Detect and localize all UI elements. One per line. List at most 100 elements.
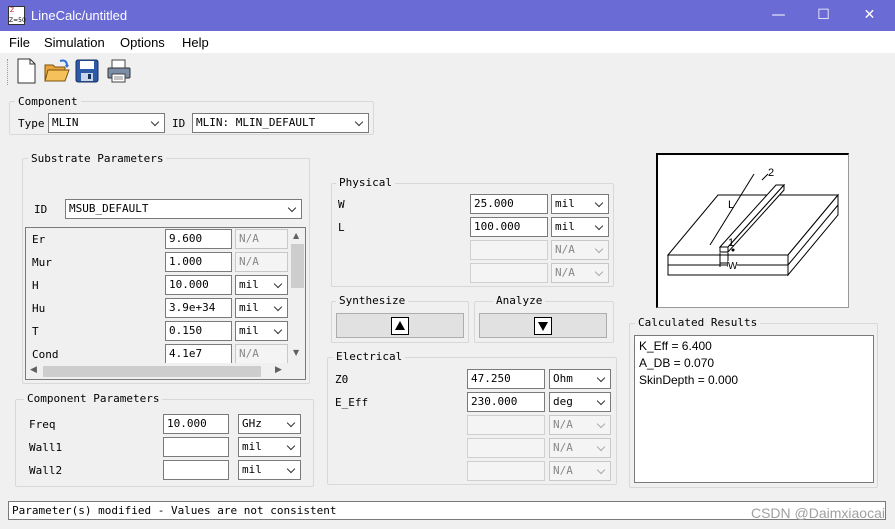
param-name: Wall1 (29, 441, 63, 454)
synthesize-button[interactable] (336, 313, 464, 338)
param-value-field[interactable]: 4.1e7 (165, 344, 232, 364)
param-unit-value: N/A (553, 464, 573, 477)
microstrip-diagram: 2 L 1 W (656, 153, 849, 308)
param-value-field (467, 415, 545, 435)
microstrip-line-icon (666, 173, 840, 277)
param-unit-value: mil (239, 324, 259, 337)
component-id-label: ID (172, 117, 186, 130)
param-unit-value: mil (242, 463, 262, 476)
param-value-field[interactable]: 0.150 (165, 321, 232, 341)
width-label: W (728, 261, 738, 272)
param-value-field[interactable]: 230.000 (467, 392, 545, 412)
param-name: Mur (32, 256, 52, 269)
param-unit-value: mil (239, 301, 259, 314)
param-name: H (32, 279, 39, 292)
menu-options[interactable]: Options (120, 35, 165, 50)
scroll-down-icon[interactable]: ▼ (293, 348, 299, 357)
param-unit-select: N/A (551, 240, 609, 260)
param-unit-value: N/A (553, 441, 573, 454)
chevron-down-icon (597, 372, 607, 384)
param-value-field[interactable]: 25.000 (470, 194, 548, 214)
chevron-down-icon (274, 278, 284, 290)
param-value-field[interactable] (163, 437, 229, 457)
param-unit-select[interactable]: mil (551, 194, 609, 214)
type-select[interactable]: MLIN (48, 113, 165, 133)
param-unit-select: N/A (549, 461, 611, 481)
param-value-field[interactable]: 1.000 (165, 252, 232, 272)
menu-file[interactable]: File (9, 35, 30, 50)
param-value-field (470, 263, 548, 283)
param-name: W (338, 198, 345, 211)
close-button[interactable]: ✕ (847, 0, 892, 31)
param-value-field[interactable]: 10.000 (165, 275, 232, 295)
param-unit-value: deg (553, 395, 573, 408)
param-value-field[interactable]: 47.250 (467, 369, 545, 389)
param-value-field[interactable] (163, 460, 229, 480)
chevron-down-icon (287, 440, 297, 452)
param-unit-value: N/A (555, 243, 575, 256)
scroll-up-icon[interactable]: ▲ (293, 231, 299, 240)
param-name: Z0 (335, 373, 349, 386)
param-name: Er (32, 233, 46, 246)
analyze-title: Analyze (493, 294, 546, 307)
param-unit-value: N/A (239, 347, 259, 360)
param-unit-select[interactable]: mil (238, 437, 301, 457)
port-1-label: 1 (728, 237, 735, 249)
chevron-down-icon (287, 417, 297, 429)
print-icon[interactable] (105, 57, 131, 85)
param-unit-select[interactable]: mil (235, 298, 288, 318)
results-box: K_Eff = 6.400 A_DB = 0.070 SkinDepth = 0… (634, 335, 874, 483)
component-group-title: Component (15, 95, 81, 108)
param-unit-select[interactable]: Ohm (549, 369, 611, 389)
substrate-group-title: Substrate Parameters (28, 152, 167, 165)
open-folder-icon[interactable] (43, 57, 70, 85)
results-title: Calculated Results (635, 316, 761, 329)
param-unit-select[interactable]: mil (235, 321, 288, 341)
new-file-icon[interactable] (13, 57, 39, 85)
param-unit-select: N/A (235, 252, 288, 272)
app-icon-letter: Z (10, 7, 15, 14)
port-2-label: 2 (768, 167, 775, 179)
param-unit-select[interactable]: mil (551, 217, 609, 237)
param-value-field[interactable]: 3.9e+34 (165, 298, 232, 318)
component-id-select[interactable]: MLIN: MLIN_DEFAULT (192, 113, 369, 133)
param-name: Cond (32, 348, 59, 361)
param-name: L (338, 221, 345, 234)
type-select-value: MLIN (52, 116, 79, 129)
param-value-field[interactable]: 10.000 (163, 414, 229, 434)
type-label: Type (18, 117, 45, 130)
analyze-button[interactable] (479, 313, 607, 338)
result-line: A_DB = 0.070 (639, 356, 715, 370)
scroll-left-icon[interactable]: ◀ (30, 365, 37, 375)
chevron-down-icon (274, 301, 284, 313)
param-unit-value: mil (555, 220, 575, 233)
chevron-down-icon (595, 197, 605, 209)
param-unit-select[interactable]: deg (549, 392, 611, 412)
length-label: L (728, 199, 735, 211)
param-value-field (467, 461, 545, 481)
vertical-scrollbar-thumb[interactable] (291, 244, 304, 288)
param-unit-select[interactable]: mil (238, 460, 301, 480)
param-unit-select: N/A (549, 415, 611, 435)
param-name: T (32, 325, 39, 338)
maximize-button[interactable]: ☐ (801, 0, 846, 31)
param-unit-value: N/A (553, 418, 573, 431)
arrow-down-icon (534, 316, 552, 335)
menu-help[interactable]: Help (182, 35, 209, 50)
param-unit-select[interactable]: mil (235, 275, 288, 295)
chevron-down-icon (287, 463, 297, 475)
horizontal-scrollbar-thumb[interactable] (43, 366, 261, 377)
minimize-button[interactable]: — (756, 0, 801, 31)
param-unit-select[interactable]: GHz (238, 414, 301, 434)
chevron-down-icon (597, 464, 607, 476)
scroll-right-icon[interactable]: ▶ (275, 365, 282, 375)
chevron-down-icon (151, 116, 161, 128)
menu-simulation[interactable]: Simulation (44, 35, 105, 50)
substrate-id-select[interactable]: MSUB_DEFAULT (65, 199, 302, 219)
param-name: Hu (32, 302, 46, 315)
param-value-field[interactable]: 9.600 (165, 229, 232, 249)
save-disk-icon[interactable] (74, 57, 100, 85)
param-value-field[interactable]: 100.000 (470, 217, 548, 237)
param-unit-value: N/A (239, 255, 259, 268)
window-title: LineCalc/untitled (31, 8, 128, 23)
